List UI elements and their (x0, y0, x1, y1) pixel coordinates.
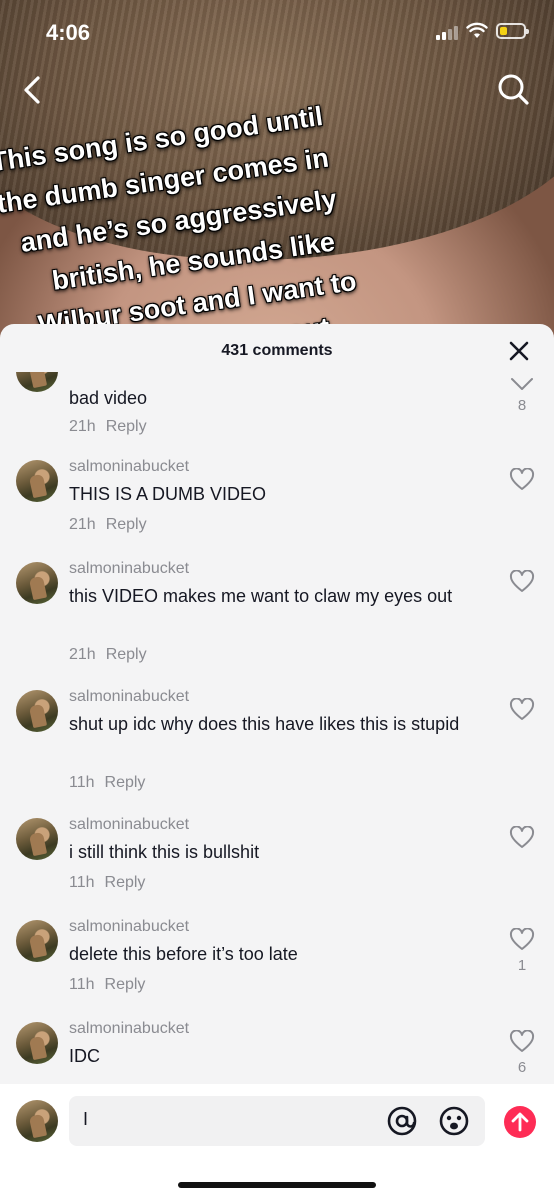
status-time: 4:06 (46, 20, 91, 45)
current-user-avatar[interactable] (16, 1100, 58, 1142)
comment-input-value[interactable]: I (83, 1109, 88, 1130)
comment-time: 21h (69, 418, 96, 435)
comment-meta: 21h Reply (69, 516, 147, 534)
comment-meta: 11h Reply (69, 874, 145, 892)
comment-username[interactable]: salmoninabucket (69, 918, 189, 936)
heart-icon (509, 1029, 535, 1052)
comment-time: 11h (69, 774, 95, 791)
reply-button[interactable]: Reply (105, 774, 146, 791)
reply-button[interactable]: Reply (106, 516, 147, 533)
comment-text: bad video (69, 388, 148, 408)
home-indicator (178, 1182, 376, 1188)
comment-meta: 11h Reply (69, 976, 145, 994)
comment-username[interactable]: salmoninabucket (69, 560, 189, 578)
comment-username[interactable]: salmoninabucket (69, 458, 189, 476)
comment-text: i still think this is bullshit (69, 842, 260, 862)
chevron-down-icon (511, 378, 533, 390)
reply-button[interactable]: Reply (105, 874, 146, 891)
comments-list[interactable]: bad video 21h Reply 8 salmoninabucket THI… (0, 372, 554, 1084)
comment-input[interactable]: I (69, 1096, 485, 1146)
avatar[interactable] (16, 818, 58, 860)
close-icon[interactable] (506, 338, 532, 364)
like-count: 1 (517, 957, 527, 974)
mention-icon[interactable] (385, 1104, 419, 1138)
heart-icon (509, 825, 535, 848)
comment-meta: 21h Reply (69, 646, 147, 664)
comment-input-bar: I (0, 1084, 554, 1200)
avatar[interactable] (16, 690, 58, 732)
comment-meta: 21h Reply (69, 418, 147, 436)
emoji-icon[interactable] (437, 1104, 471, 1138)
avatar[interactable] (16, 460, 58, 502)
comments-panel: 431 comments bad video 21h Reply 8 salmon… (0, 324, 554, 1200)
comment-username[interactable]: salmoninabucket (69, 688, 189, 706)
comment-time: 11h (69, 874, 95, 891)
like-button[interactable] (506, 569, 538, 599)
avatar[interactable] (16, 372, 58, 392)
comment-username[interactable]: salmoninabucket (69, 816, 189, 834)
like-button[interactable]: 1 (506, 927, 538, 974)
reply-button[interactable]: Reply (106, 646, 147, 663)
video-preview[interactable]: 4:06 This song is so good until the dumb… (0, 0, 554, 360)
comment-username[interactable]: salmoninabucket (69, 1020, 189, 1038)
comment-time: 21h (69, 516, 96, 533)
like-count: 6 (517, 1059, 527, 1076)
avatar[interactable] (16, 920, 58, 962)
comments-header: 431 comments (0, 324, 554, 376)
heart-icon (509, 697, 535, 720)
heart-icon (509, 467, 535, 490)
expand-replies-button[interactable]: 8 (506, 376, 538, 414)
heart-icon (509, 927, 535, 950)
comment-text: delete this before it’s too late (69, 944, 298, 964)
comment-text: this VIDEO makes me want to claw my eyes… (69, 586, 453, 606)
comment-meta: 11h Reply (69, 774, 145, 792)
avatar[interactable] (16, 562, 58, 604)
reply-button[interactable]: Reply (106, 418, 147, 435)
comment-text: IDC (69, 1046, 100, 1066)
comment-text: shut up idc why does this have likes thi… (69, 714, 460, 734)
like-button[interactable] (506, 697, 538, 727)
arrow-up-icon (511, 1112, 529, 1132)
comments-count: 431 comments (221, 342, 333, 359)
comment-time: 11h (69, 976, 95, 993)
avatar[interactable] (16, 1022, 58, 1064)
heart-icon (509, 569, 535, 592)
like-button[interactable] (506, 825, 538, 855)
send-button[interactable] (504, 1106, 536, 1138)
like-count: 8 (517, 397, 527, 414)
comment-time: 21h (69, 646, 96, 663)
like-button[interactable] (506, 467, 538, 497)
like-button[interactable]: 6 (506, 1029, 538, 1076)
comment-text: THIS IS A DUMB VIDEO (69, 484, 267, 504)
reply-button[interactable]: Reply (105, 976, 146, 993)
